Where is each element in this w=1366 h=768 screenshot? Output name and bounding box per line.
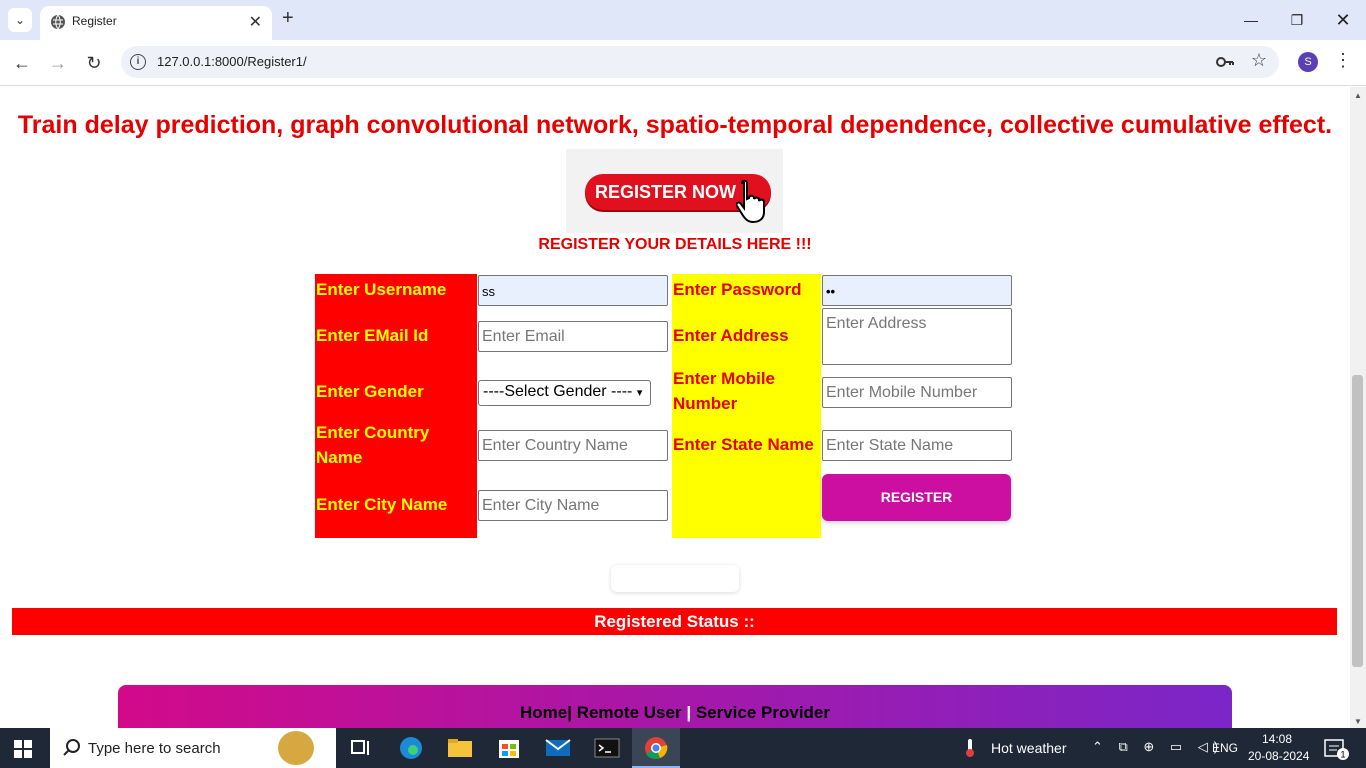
footer-link-service-provider[interactable]: Service Provider — [696, 703, 830, 722]
chrome-icon — [645, 737, 668, 760]
mobile-label: Enter Mobile Number — [673, 369, 776, 413]
notification-icon[interactable]: 1 — [1324, 738, 1350, 760]
page-viewport: Train delay prediction, graph convolutio… — [0, 87, 1350, 728]
scroll-up-icon[interactable]: ▲ — [1354, 91, 1362, 100]
file-explorer-icon[interactable] — [447, 736, 473, 760]
state-label: Enter State Name — [673, 435, 814, 454]
register-now-banner: REGISTER NOW — [566, 149, 783, 233]
windows-taskbar: Type here to search Hot weather ⌃ ⧉ ⊕ ▭ … — [0, 728, 1366, 768]
browser-menu-icon[interactable]: ⋮ — [1334, 50, 1352, 71]
username-input[interactable]: ss — [478, 275, 668, 306]
chrome-taskbar-active[interactable] — [632, 728, 680, 768]
address-textarea[interactable]: Enter Address — [822, 308, 1012, 365]
bookmark-star-icon[interactable]: ☆ — [1251, 50, 1267, 71]
state-input[interactable]: Enter State Name — [822, 430, 1012, 461]
weather-text[interactable]: Hot weather — [991, 740, 1066, 756]
edge-browser-icon[interactable] — [398, 736, 424, 760]
password-input[interactable]: •• — [822, 275, 1012, 306]
forward-button[interactable]: → — [45, 50, 71, 76]
result-box — [611, 565, 739, 592]
footer-links: Home| Remote User | Service Provider — [118, 703, 1232, 723]
thermometer-icon[interactable] — [962, 738, 978, 758]
register-button[interactable]: REGISTER — [822, 474, 1011, 521]
footer-separator: | — [686, 703, 692, 722]
back-button[interactable]: ← — [9, 50, 35, 76]
city-input[interactable]: Enter City Name — [478, 490, 668, 521]
key-icon[interactable] — [1215, 53, 1235, 71]
footer-link-remote-user[interactable]: Remote User — [577, 703, 682, 722]
terminal-icon[interactable] — [594, 736, 620, 760]
username-label: Enter Username — [316, 280, 447, 299]
notification-count: 1 — [1340, 750, 1345, 760]
page-title: Train delay prediction, graph convolutio… — [17, 111, 1333, 139]
left-label-column: Enter Username Enter EMail Id Enter Gend… — [315, 274, 477, 538]
page-scrollbar[interactable]: ▲ ▼ — [1350, 87, 1366, 728]
windows-start-icon[interactable] — [14, 740, 32, 758]
mail-icon[interactable] — [545, 736, 571, 760]
gender-select[interactable]: ----Select Gender ---- ▾ — [478, 380, 651, 406]
reload-button[interactable]: ↻ — [81, 50, 107, 76]
footer-link-home[interactable]: Home — [520, 703, 567, 722]
city-label: Enter City Name — [316, 495, 448, 514]
restore-button[interactable]: ❐ — [1282, 6, 1312, 34]
profile-avatar[interactable]: S — [1298, 52, 1318, 72]
close-window-button[interactable]: ✕ — [1328, 6, 1358, 34]
password-label: Enter Password — [673, 280, 802, 299]
browser-tab[interactable]: Register ✕ — [40, 6, 272, 40]
gender-label: Enter Gender — [316, 382, 424, 401]
system-tray-icons[interactable]: ⌃ ⧉ ⊕ ▭ ◁) — [1092, 739, 1224, 755]
scroll-down-icon[interactable]: ▼ — [1354, 717, 1362, 726]
country-label: Enter Country Name — [316, 423, 430, 467]
gender-selected-value: ----Select Gender ---- — [483, 383, 633, 400]
globe-icon — [51, 14, 65, 30]
mobile-input[interactable]: Enter Mobile Number — [822, 377, 1012, 408]
browser-tab-bar: ⌄ Register ✕ + — ❐ ✕ — [0, 0, 1366, 40]
clock-time[interactable]: 14:08 — [1262, 732, 1292, 746]
chevron-down-icon: ▾ — [636, 387, 643, 399]
minimize-button[interactable]: — — [1236, 6, 1266, 34]
right-label-column: Enter Password Enter Address Enter Mobil… — [672, 274, 821, 538]
language-indicator[interactable]: ENG — [1212, 741, 1238, 755]
registered-status-bar: Registered Status :: — [12, 608, 1337, 635]
email-label: Enter EMail Id — [316, 326, 429, 345]
country-input[interactable]: Enter Country Name — [478, 430, 668, 461]
clock-date[interactable]: 20-08-2024 — [1248, 749, 1309, 763]
footer-nav: Home| Remote User | Service Provider — [118, 685, 1232, 728]
form-subheading: REGISTER YOUR DETAILS HERE !!! — [538, 236, 812, 253]
url-text[interactable]: 127.0.0.1:8000/Register1/ — [157, 54, 307, 69]
address-bar[interactable]: i 127.0.0.1:8000/Register1/ ☆ — [121, 46, 1279, 78]
info-icon[interactable]: i — [130, 54, 146, 70]
address-label: Enter Address — [673, 326, 789, 345]
scroll-thumb[interactable] — [1352, 375, 1363, 667]
new-tab-button[interactable]: + — [282, 7, 294, 30]
browser-toolbar: ← → ↻ i 127.0.0.1:8000/Register1/ ☆ S ⋮ — [0, 40, 1366, 86]
search-icon — [63, 739, 80, 756]
microsoft-store-icon[interactable] — [496, 736, 522, 760]
footer-separator: | — [567, 703, 572, 722]
tab-close-icon[interactable]: ✕ — [249, 12, 262, 32]
task-view-icon[interactable] — [348, 736, 374, 760]
search-placeholder: Type here to search — [88, 740, 221, 757]
taskbar-search-box[interactable]: Type here to search — [50, 728, 336, 768]
pointing-hand-icon — [736, 179, 765, 223]
search-highlight-image — [278, 731, 314, 765]
email-input[interactable]: Enter Email — [478, 321, 668, 352]
tab-search-dropdown[interactable]: ⌄ — [8, 8, 32, 32]
tab-title: Register — [72, 14, 117, 28]
